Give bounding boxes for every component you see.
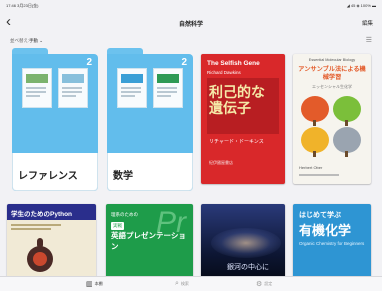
navigation-bar: ‹ 自然科学 編集 <box>0 12 382 34</box>
library-icon: ▥ <box>86 281 93 288</box>
search-icon: ⌕ <box>175 280 179 287</box>
book-author-jp: リチャード・ドーキンス <box>209 139 264 145</box>
book-title-jp: 利己的な遺伝子 <box>209 84 265 116</box>
sort-dropdown[interactable]: 手動 ⌄ <box>29 38 43 44</box>
tab-bar: ▥ 本棚 ⌕ 検索 ⚙ 設定 <box>0 276 382 291</box>
folder-thumb <box>117 68 147 108</box>
book-title: 英語プレゼンテーション <box>111 231 186 251</box>
folder-reference[interactable]: 2 レファレンス <box>12 48 98 191</box>
book-english: Organic Chemistry for Beginners <box>299 241 365 246</box>
folder-thumb <box>58 68 88 108</box>
folder-thumb <box>22 68 52 108</box>
tab-library[interactable]: ▥ 本棚 <box>86 280 103 288</box>
shelf-grid: 2 レファレンス 2 数学 The Selfish Gene Richard D… <box>0 48 382 288</box>
sort-label: 並べ替え: <box>10 38 30 43</box>
gear-icon: ⚙ <box>256 281 263 288</box>
book-author-en: Richard Dawkins <box>207 70 241 75</box>
book-prefix: 理系のための <box>111 212 138 217</box>
book-title-en: Essential Molecular Biology <box>308 58 356 62</box>
folder-math[interactable]: 2 数学 <box>107 48 193 191</box>
book-selfish-gene[interactable]: The Selfish Gene Richard Dawkins 利己的な遺伝子… <box>201 54 285 184</box>
bird-illustration <box>21 238 61 278</box>
folder-name: 数学 <box>107 153 193 191</box>
list-icon[interactable]: ☰ <box>366 36 372 44</box>
book-title: 有機化学 <box>299 223 352 238</box>
tab-search[interactable]: ⌕ 検索 <box>175 280 189 288</box>
book-label: 実戦 <box>111 222 124 230</box>
folder-count: 2 <box>181 57 187 68</box>
book-publisher: 紀伊國屋書店 <box>209 160 233 165</box>
status-time: 17:46 3月23日(金) <box>6 3 39 8</box>
book-author: Herbert Ober <box>299 165 323 170</box>
tree-illustration <box>299 94 365 158</box>
status-indicators: ◢ 45 ◈ 100% ▬ <box>346 3 376 8</box>
status-bar: 17:46 3月23日(金) ◢ 45 ◈ 100% ▬ <box>0 0 382 12</box>
folder-count: 2 <box>86 57 92 68</box>
book-title: 学生のためのPython <box>11 211 73 218</box>
folder-name: レファレンス <box>12 153 98 191</box>
sort-bar: 並べ替え: 手動 ⌄ ☰ <box>0 34 382 48</box>
book-title-en: The Selfish Gene <box>207 60 260 67</box>
book-title: 銀河の中心に <box>227 264 269 271</box>
tab-settings[interactable]: ⚙ 設定 <box>256 280 272 288</box>
edit-button[interactable]: 編集 <box>362 19 373 27</box>
folder-thumb <box>153 68 183 108</box>
book-title-jp: エッセンシャル生化学 <box>312 84 352 89</box>
book-subtitle: アンサンブル法による機械学習 <box>298 66 366 81</box>
book-prefix: はじめて学ぶ <box>299 212 341 219</box>
page-title: 自然科学 <box>178 22 203 28</box>
book-ensemble[interactable]: Essential Molecular Biology アンサンブル法による機械… <box>293 54 371 184</box>
